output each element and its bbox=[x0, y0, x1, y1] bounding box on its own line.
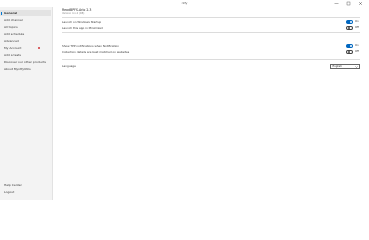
warning-icon bbox=[38, 47, 40, 49]
sidebar-item-label: About MyntfyUtils bbox=[4, 67, 31, 71]
toggle-state: On bbox=[355, 44, 359, 47]
toggle-state: Off bbox=[355, 50, 359, 53]
language-value: English bbox=[332, 64, 342, 68]
launch-startup-label: Launch on Windows Startup bbox=[62, 20, 102, 24]
sidebar-item-add-tests[interactable]: Add a tests bbox=[0, 52, 51, 58]
window-title: ntfy bbox=[181, 1, 188, 5]
sidebar-item-add-channel[interactable]: Add channel bbox=[0, 17, 51, 23]
sidebar-item-label: All topics bbox=[4, 25, 18, 29]
collection-details-toggle[interactable] bbox=[346, 50, 353, 54]
logout-link[interactable]: Logout bbox=[4, 190, 14, 195]
settings-panel: ReadBPFS-Arlo 2.3 Version 4.x.2 (R8) Lau… bbox=[52, 7, 369, 200]
toggle-knob bbox=[350, 20, 353, 23]
language-label: Language bbox=[62, 64, 76, 68]
close-button[interactable] bbox=[354, 0, 366, 7]
maximize-icon bbox=[346, 1, 350, 6]
app-version: Version 4.x.2 (R8) bbox=[62, 12, 85, 15]
toggle-knob bbox=[350, 44, 353, 47]
sidebar-item-label: Advanced bbox=[4, 39, 19, 43]
minimize-icon bbox=[334, 3, 338, 4]
sidebar-item-label: Add channel bbox=[4, 18, 23, 22]
minimize-button[interactable] bbox=[330, 0, 342, 7]
divider bbox=[62, 59, 360, 60]
title-bar: ntfy bbox=[0, 0, 369, 7]
sidebar-item-label: Add schedule bbox=[4, 32, 25, 36]
launch-minimized-toggle[interactable] bbox=[346, 26, 353, 30]
sidebar-item-all-topics[interactable]: All topics bbox=[0, 24, 51, 30]
show-notifications-label: Show TPP notifications when Notification bbox=[62, 44, 119, 48]
launch-startup-toggle[interactable] bbox=[346, 20, 353, 24]
close-icon bbox=[358, 1, 362, 6]
sidebar-item-label: My Account bbox=[4, 46, 22, 50]
maximize-button[interactable] bbox=[342, 0, 354, 7]
toggle-knob bbox=[347, 27, 350, 30]
divider bbox=[62, 32, 360, 33]
launch-minimized-label: Launch this app in Minimized bbox=[62, 26, 103, 30]
help-center-link[interactable]: Help Center bbox=[4, 183, 22, 188]
language-select[interactable]: English bbox=[330, 63, 360, 69]
sidebar-item-my-account[interactable]: My Account bbox=[0, 45, 51, 51]
sidebar-item-advanced[interactable]: Advanced bbox=[0, 38, 51, 44]
sidebar-item-label: Discover our other products bbox=[4, 60, 46, 64]
sidebar-item-general[interactable]: General bbox=[0, 10, 51, 16]
divider bbox=[62, 17, 360, 18]
toggle-state: Off bbox=[355, 26, 359, 29]
sidebar: General Add channel All topics Add sched… bbox=[0, 7, 53, 200]
show-notifications-toggle[interactable] bbox=[346, 44, 353, 48]
toggle-knob bbox=[347, 51, 350, 54]
sidebar-item-discover-products[interactable]: Discover our other products bbox=[0, 59, 51, 65]
chevron-down-icon bbox=[354, 65, 358, 68]
sidebar-item-add-schedule[interactable]: Add schedule bbox=[0, 31, 51, 37]
sidebar-item-about[interactable]: About MyntfyUtils bbox=[0, 66, 51, 72]
collection-details-label: Collection details are best matched on w… bbox=[62, 50, 130, 54]
sidebar-item-label: General bbox=[4, 11, 18, 15]
toggle-state: On bbox=[355, 20, 359, 23]
window-controls bbox=[330, 0, 366, 7]
sidebar-item-label: Add a tests bbox=[4, 53, 21, 57]
